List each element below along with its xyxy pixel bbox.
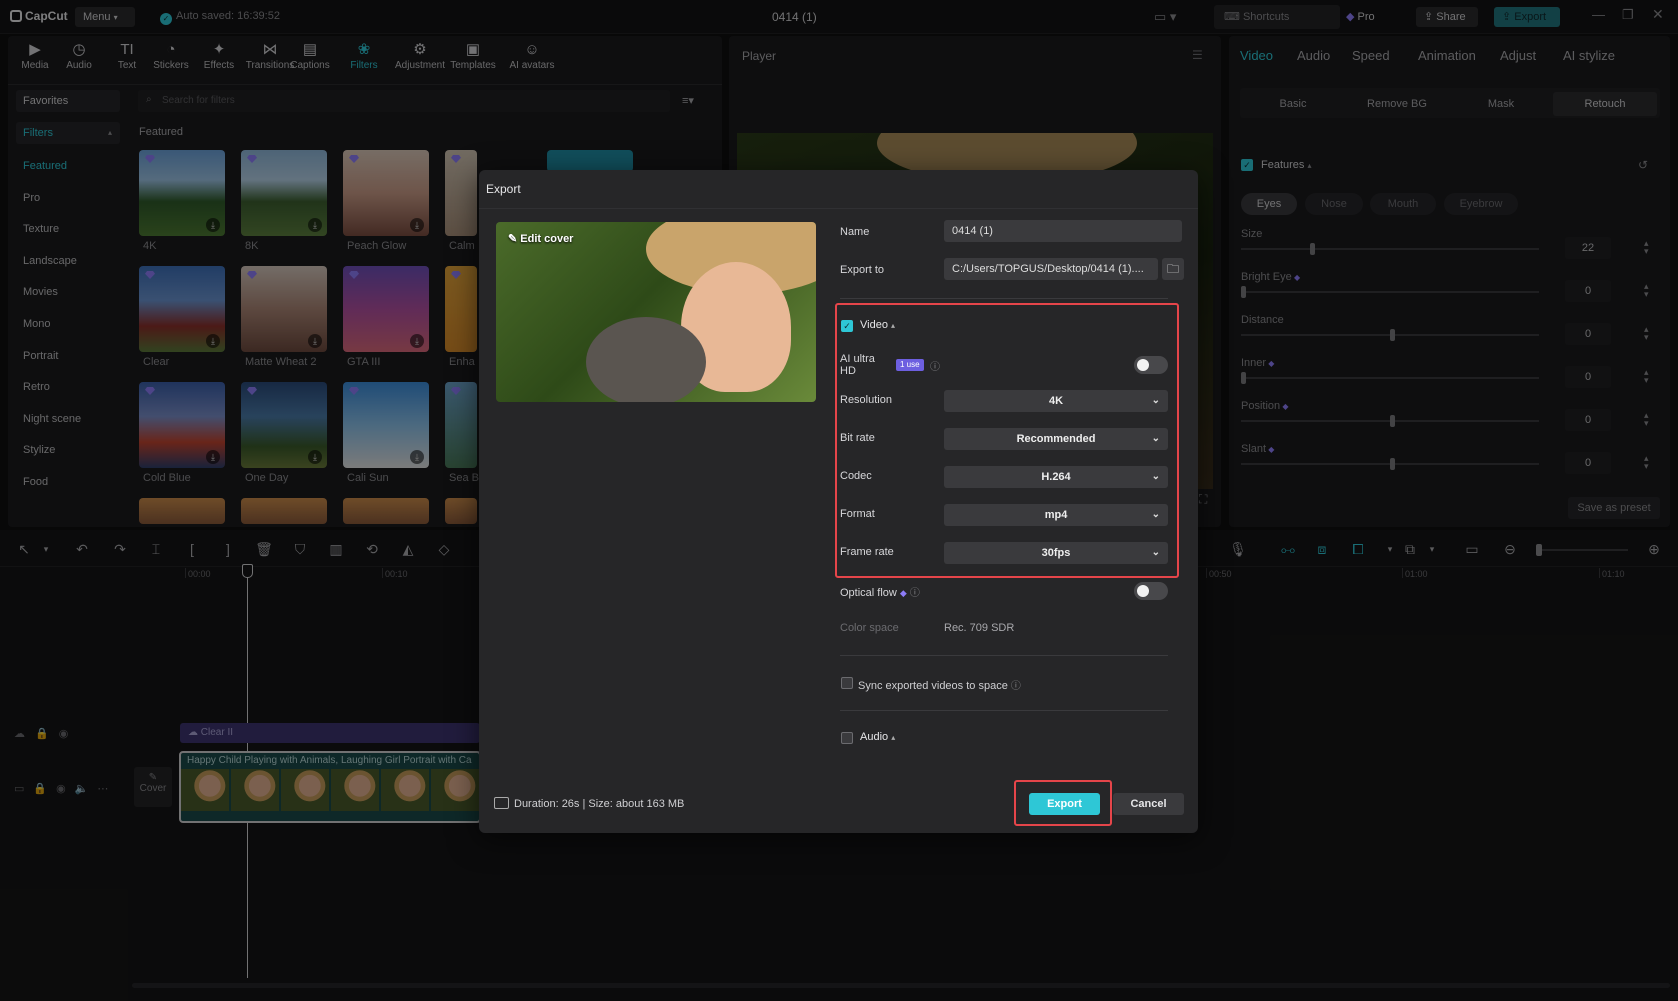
folder-icon[interactable]: 🗀 — [1162, 258, 1184, 280]
info-icon[interactable]: ⓘ — [1011, 681, 1021, 692]
sync-checkbox[interactable] — [841, 677, 853, 689]
format-label: Format — [840, 508, 875, 520]
resolution-select[interactable]: 4K ⌄ — [944, 390, 1168, 412]
chevron-down-icon: ⌄ — [1151, 433, 1160, 444]
dialog-header-divider — [479, 208, 1198, 209]
export-path-input[interactable]: C:/Users/TOPGUS/Desktop/0414 (1).... — [944, 258, 1158, 280]
bitrate-label: Bit rate — [840, 432, 875, 444]
resolution-label: Resolution — [840, 394, 892, 406]
codec-select[interactable]: H.264 ⌄ — [944, 466, 1168, 488]
chevron-down-icon: ⌄ — [1151, 395, 1160, 406]
chevron-up-icon: ▴ — [891, 321, 896, 330]
framerate-select[interactable]: 30fps ⌄ — [944, 542, 1168, 564]
name-input[interactable]: 0414 (1) — [944, 220, 1182, 242]
divider — [840, 655, 1168, 656]
color-space-label: Color space — [840, 622, 899, 634]
duration-size-info: Duration: 26s | Size: about 163 MB — [494, 797, 684, 810]
edit-pencil-icon: ✎ — [508, 233, 518, 245]
export-dialog-title: Export — [486, 182, 521, 196]
color-space-value: Rec. 709 SDR — [944, 622, 1015, 634]
export-dialog: Export ✎ Edit cover Name 0414 (1) Export… — [479, 170, 1198, 833]
cover-preview[interactable]: ✎ Edit cover — [496, 222, 816, 402]
chevron-down-icon: ⌄ — [1151, 547, 1160, 558]
video-section-label[interactable]: Video ▴ — [860, 319, 895, 331]
ai-ultra-hd-toggle[interactable] — [1134, 356, 1168, 374]
ai-ultra-hd-label: AI ultra HD — [840, 353, 875, 377]
use-count-badge: 1 use — [896, 359, 924, 371]
film-icon — [494, 797, 509, 809]
bitrate-select[interactable]: Recommended ⌄ — [944, 428, 1168, 450]
divider — [840, 710, 1168, 711]
sync-label: Sync exported videos to space ⓘ — [858, 680, 1021, 692]
diamond-icon: ◆ — [899, 588, 907, 598]
chevron-up-icon: ▴ — [891, 733, 896, 742]
divider — [840, 298, 1168, 299]
framerate-label: Frame rate — [840, 546, 894, 558]
export-button[interactable]: Export — [1029, 793, 1100, 815]
chevron-down-icon: ⌄ — [1151, 471, 1160, 482]
audio-section-label[interactable]: Audio ▴ — [860, 731, 895, 743]
chevron-down-icon: ⌄ — [1151, 509, 1160, 520]
audio-checkbox[interactable] — [841, 732, 853, 744]
optical-flow-label: Optical flow ◆ ⓘ — [840, 587, 920, 599]
format-select[interactable]: mp4 ⌄ — [944, 504, 1168, 526]
info-icon[interactable]: ⓘ — [930, 358, 940, 373]
info-icon[interactable]: ⓘ — [910, 588, 920, 599]
codec-label: Codec — [840, 470, 872, 482]
edit-cover-button[interactable]: ✎ Edit cover — [508, 232, 573, 245]
name-label: Name — [840, 226, 870, 238]
export-to-label: Export to — [840, 264, 885, 276]
video-checkbox[interactable]: ✓ — [841, 320, 853, 332]
optical-flow-toggle[interactable] — [1134, 582, 1168, 600]
cat-shape — [586, 317, 706, 402]
cancel-button[interactable]: Cancel — [1113, 793, 1184, 815]
